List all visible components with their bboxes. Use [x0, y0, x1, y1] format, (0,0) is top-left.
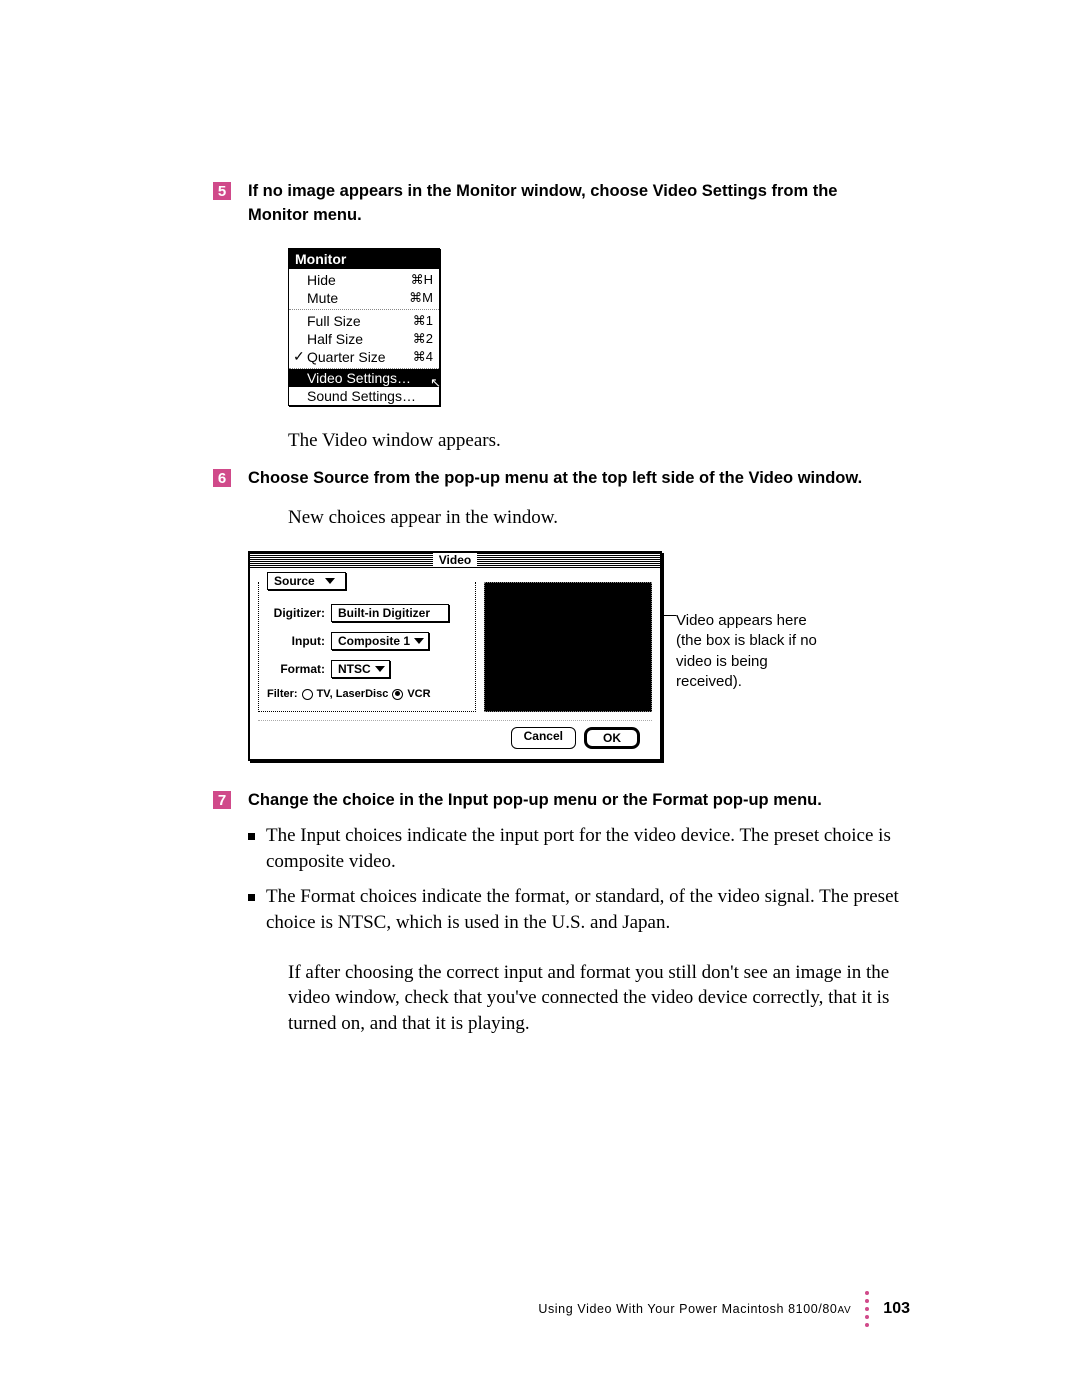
menu-shortcut: ⌘M — [409, 290, 433, 306]
footer-chapter-title: Using Video With Your Power Macintosh 81… — [538, 1302, 851, 1316]
menu-item-video-settings[interactable]: Video Settings… ↖ — [289, 369, 439, 387]
popup-label: Source — [274, 574, 315, 588]
field-label: Digitizer: — [267, 606, 325, 620]
filter-row: Filter: TV, LaserDisc VCR — [267, 688, 467, 700]
chevron-down-icon — [325, 578, 335, 584]
field-label: Filter: — [267, 688, 298, 700]
body-paragraph: New choices appear in the window. — [288, 505, 900, 531]
dialog-title: Video — [433, 553, 477, 567]
menu-item-half-size[interactable]: Half Size ⌘2 — [289, 330, 439, 348]
body-paragraph: The Video window appears. — [288, 428, 900, 454]
menu-label: Quarter Size — [307, 349, 386, 365]
step-5: 5 If no image appears in the Monitor win… — [248, 180, 900, 228]
body-paragraph: If after choosing the correct input and … — [288, 960, 900, 1037]
step-instruction: If no image appears in the Monitor windo… — [248, 180, 900, 228]
menu-shortcut: ⌘1 — [413, 313, 433, 329]
footer-dots-icon — [865, 1291, 869, 1327]
footer-text-main: Using Video With Your Power Macintosh 81… — [538, 1302, 837, 1316]
video-preview-box — [484, 582, 652, 712]
field-label: Format: — [267, 662, 325, 676]
callout-leader-line — [662, 615, 676, 616]
menu-item-quarter-size[interactable]: Quarter Size ⌘4 — [289, 348, 439, 366]
step-number-badge: 7 — [213, 791, 231, 809]
ok-button[interactable]: OK — [584, 727, 640, 749]
dialog-titlebar: Video — [250, 553, 660, 568]
filter-radio-tv[interactable] — [302, 689, 313, 700]
menu-item-full-size[interactable]: Full Size ⌘1 — [289, 312, 439, 330]
menu-title: Monitor — [289, 249, 439, 269]
menu-label: Mute — [307, 290, 338, 306]
step-7: 7 Change the choice in the Input pop-up … — [248, 789, 900, 813]
video-dialog: Video Source Digitizer: Built-in Digitiz… — [248, 551, 662, 761]
radio-label: VCR — [407, 688, 430, 700]
digitizer-popup[interactable]: Built-in Digitizer — [331, 604, 449, 622]
list-item: The Format choices indicate the format, … — [266, 884, 900, 935]
menu-item-hide[interactable]: Hide ⌘H — [289, 271, 439, 289]
menu-label: Sound Settings… — [307, 388, 416, 404]
step-number-badge: 5 — [213, 182, 231, 200]
input-popup[interactable]: Composite 1 — [331, 632, 429, 650]
chevron-down-icon — [414, 638, 424, 644]
popup-value: Built-in Digitizer — [338, 606, 430, 620]
bullet-list: The Input choices indicate the input por… — [248, 823, 900, 936]
step-number-badge: 6 — [213, 469, 231, 487]
menu-label: Video Settings… — [307, 370, 411, 386]
menu-shortcut: ⌘4 — [413, 349, 433, 365]
cancel-button[interactable]: Cancel — [511, 727, 576, 749]
menu-shortcut: ⌘2 — [413, 331, 433, 347]
field-label: Input: — [267, 634, 325, 648]
page-footer: Using Video With Your Power Macintosh 81… — [538, 1291, 910, 1327]
step-6: 6 Choose Source from the pop-up menu at … — [248, 467, 900, 491]
popup-value: Composite 1 — [338, 634, 410, 648]
page-content: 5 If no image appears in the Monitor win… — [0, 0, 1080, 1036]
video-dialog-figure: Video Source Digitizer: Built-in Digitiz… — [248, 551, 900, 761]
chevron-down-icon — [375, 666, 385, 672]
menu-shortcut: ⌘H — [411, 272, 433, 288]
callout-text: Video appears here (the box is black if … — [676, 611, 826, 692]
step-instruction: Change the choice in the Input pop-up me… — [248, 789, 822, 813]
source-popup[interactable]: Source — [267, 572, 346, 590]
source-groupbox: Source Digitizer: Built-in Digitizer Inp… — [258, 582, 476, 712]
format-popup[interactable]: NTSC — [331, 660, 390, 678]
callout-label: Video appears here (the box is black if … — [676, 612, 817, 690]
menu-label: Half Size — [307, 331, 363, 347]
page-number: 103 — [883, 1300, 910, 1318]
footer-text-av: AV — [837, 1305, 851, 1316]
monitor-menu: Monitor Hide ⌘H Mute ⌘M Full Size ⌘1 Hal… — [288, 248, 440, 406]
menu-item-mute[interactable]: Mute ⌘M — [289, 289, 439, 307]
menu-label: Full Size — [307, 313, 361, 329]
step-instruction: Choose Source from the pop-up menu at th… — [248, 467, 862, 491]
filter-radio-vcr[interactable] — [392, 689, 403, 700]
list-item: The Input choices indicate the input por… — [266, 823, 900, 874]
popup-value: NTSC — [338, 662, 371, 676]
menu-item-sound-settings[interactable]: Sound Settings… — [289, 387, 439, 405]
menu-label: Hide — [307, 272, 336, 288]
radio-label: TV, LaserDisc — [317, 688, 389, 700]
